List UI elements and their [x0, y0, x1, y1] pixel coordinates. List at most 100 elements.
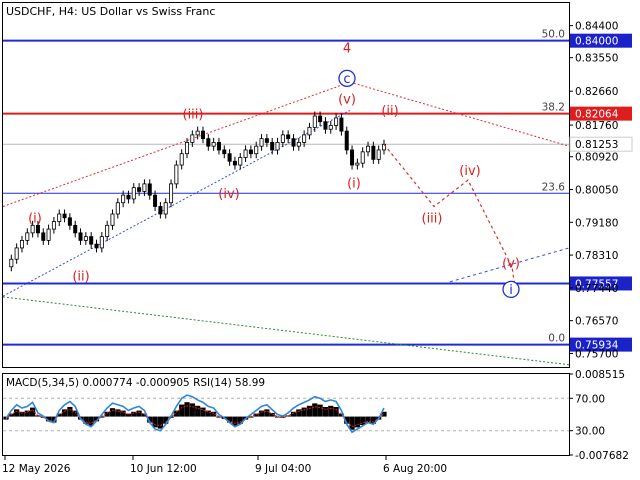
level-price-label: 0.84000: [575, 36, 618, 48]
price-bar-body: [174, 164, 179, 185]
macd-histogram-bar: [328, 405, 334, 417]
x-tick-label: 12 May 2026: [2, 463, 71, 475]
macd-histogram-bar: [30, 407, 36, 417]
price-bar-body: [360, 151, 365, 164]
macd-histogram-bar: [157, 416, 163, 429]
price-bar-body: [291, 138, 296, 147]
wave-label: (ii): [72, 270, 89, 285]
price-bar-body: [275, 142, 280, 151]
price-bar-body: [46, 228, 51, 241]
price-bar-body: [51, 221, 56, 230]
ind-tick-label: 0.008515: [575, 369, 625, 381]
price-bar-body: [264, 138, 269, 143]
price-bar-body: [110, 213, 115, 226]
price-bar-body: [137, 187, 142, 192]
price-bar-body: [323, 121, 328, 130]
ind-tick-label: -0.007682: [575, 450, 629, 462]
y-tick-label: 0.84400: [575, 21, 618, 33]
ind-tick-label: 30.00: [575, 426, 605, 438]
macd-histogram-bar: [306, 405, 313, 417]
macd-histogram-bar: [61, 409, 68, 417]
price-bar-body: [328, 125, 333, 130]
fib-label: 0.0: [548, 333, 565, 345]
level-price-label: 0.81253: [575, 139, 618, 151]
price-bar-body: [216, 142, 221, 151]
price-bar-body: [248, 149, 253, 155]
price-bar-body: [131, 187, 136, 200]
chart-canvas: 50.00.8400038.20.820640.8125323.60.77557…: [2, 2, 633, 475]
fib-label: 23.6: [542, 181, 566, 193]
macd-histogram-bar: [109, 408, 116, 417]
forecast-path: [383, 143, 516, 288]
wave-label: (ii): [381, 104, 398, 119]
wave-label: (iii): [422, 211, 443, 226]
macd-histogram-bar: [322, 406, 329, 417]
price-bar-body: [259, 138, 264, 147]
price-bar-body: [355, 162, 360, 166]
level-lines: 50.00.8400038.20.820640.8125323.60.77557…: [3, 29, 633, 352]
price-bar-body: [339, 117, 344, 132]
price-bar-body: [169, 183, 174, 204]
price-bar-body: [9, 258, 14, 268]
price-bar-body: [200, 130, 205, 140]
x-tick-label: 6 Aug 20:00: [383, 463, 447, 475]
wave-label: (v): [338, 93, 356, 108]
price-bar-body: [344, 130, 349, 151]
chart-title: USDCHF, H4: US Dollar vs Swiss Franc: [6, 5, 215, 18]
macd-histogram-bar: [317, 404, 323, 417]
price-bar-body: [153, 194, 158, 207]
price-bar-body: [121, 194, 126, 204]
trend-lines: [2, 81, 570, 366]
chart-window: 50.0 0.84000 38.2 0.82064 0.81253 23.6 0.77557…: [0, 0, 640, 480]
price-bar-body: [376, 149, 381, 160]
price-bar-body: [296, 142, 301, 147]
price-bar-body: [254, 145, 259, 155]
forecast-wave-path: [383, 143, 516, 288]
macd-histogram-bar: [184, 402, 190, 417]
price-bar-body: [179, 153, 184, 166]
price-bar-body: [206, 138, 211, 147]
y-tick-label: 0.81760: [575, 120, 618, 132]
macd-histogram-bar: [14, 409, 20, 417]
indicator-label: MACD(5,34,5) 0.000774 -0.000905 RSI(14) …: [6, 377, 265, 389]
price-bar-body: [105, 224, 110, 238]
y-tick-label: 0.75700: [575, 348, 618, 360]
wave-label: (i): [347, 177, 361, 192]
price-bar-body: [227, 153, 232, 162]
y-tick-label: 0.80050: [575, 185, 618, 197]
price-bar-body: [243, 149, 248, 158]
price-bar-body: [232, 160, 237, 166]
price-bar-body: [211, 142, 216, 147]
ind-tick-label: 70.00: [575, 393, 605, 405]
price-bar-body: [163, 202, 168, 215]
price-bar-body: [41, 232, 46, 241]
price-bar-body: [280, 134, 285, 143]
price-bar-body: [78, 232, 83, 241]
macd-histogram-bar: [136, 410, 142, 417]
price-bar-body: [30, 224, 35, 234]
price-bar-body: [94, 243, 99, 249]
macd-histogram-bar: [24, 410, 30, 417]
macd-histogram-bar: [67, 406, 73, 417]
price-bar-body: [302, 134, 307, 143]
x-tick-label: 9 Jul 04:00: [255, 463, 311, 475]
price-axis: 0.84400 0.83550 0.82660 0.81760 0.80920 0.800…: [569, 21, 618, 360]
wave-label: i: [509, 283, 513, 298]
x-tick-label: 10 Jun 12:00: [130, 463, 197, 475]
y-tick-label: 0.79180: [575, 217, 618, 229]
price-bar-body: [158, 206, 163, 215]
wave-label: c: [343, 72, 350, 87]
time-axis: 12 May 2026 10 Jun 12:00 9 Jul 04:00 6 Aug …: [2, 456, 447, 475]
y-tick-label: 0.82660: [575, 86, 618, 98]
price-bar-body: [286, 134, 291, 140]
macd-histogram-bar: [264, 409, 270, 417]
wave-labels: (i) (ii) (iii) (iv) (v) 4 c (i) (ii) (iii) (iv) (v)…: [28, 42, 520, 299]
wave-label: (iv): [218, 187, 239, 202]
support-line: [2, 296, 570, 366]
price-bar-body: [14, 247, 19, 260]
price-bar-body: [62, 213, 67, 219]
price-bar-body: [147, 183, 152, 196]
price-bar-body: [350, 149, 355, 166]
price-bar-body: [307, 126, 312, 136]
price-bar-body: [126, 194, 131, 200]
